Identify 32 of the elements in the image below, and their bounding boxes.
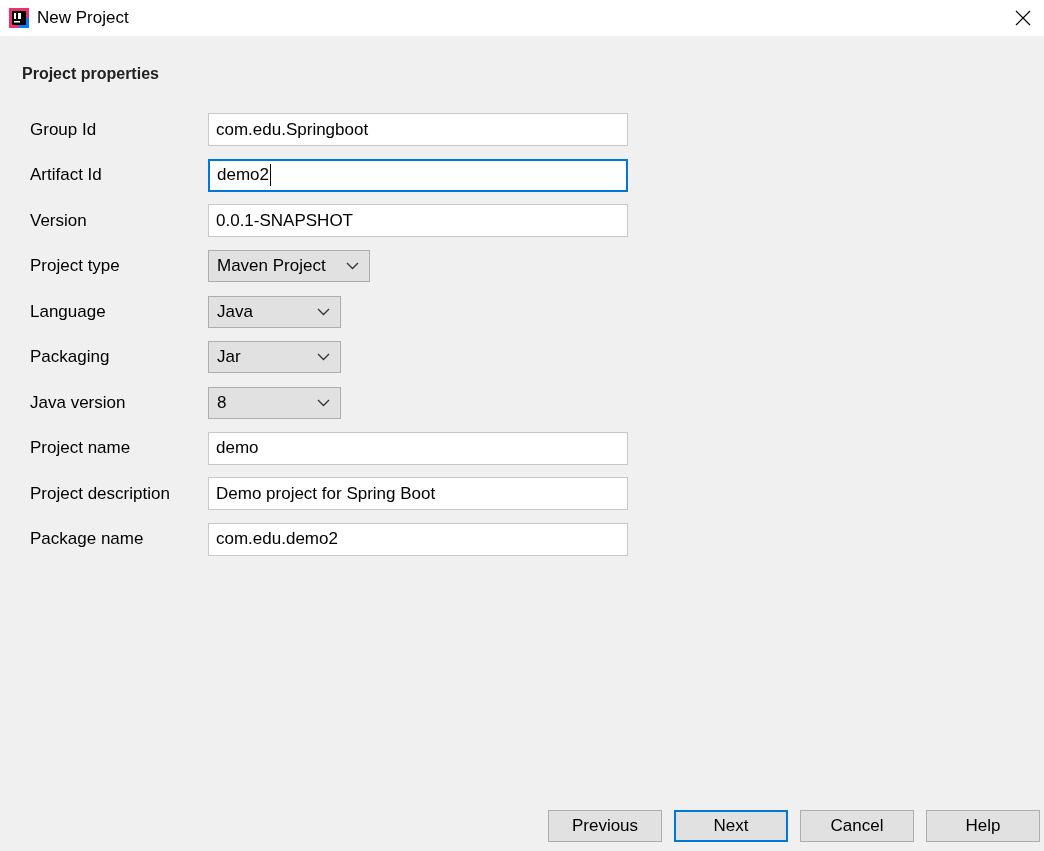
field-label: Version — [30, 210, 88, 231]
dialog-button[interactable]: Help — [926, 810, 1040, 842]
input-field[interactable]: demo — [208, 431, 628, 465]
field-label: Package name — [30, 529, 145, 550]
input-field[interactable]: 0.0.1-SNAPSHOT — [208, 204, 628, 238]
dialog-button[interactable]: Next — [674, 810, 788, 842]
field-label: Project description — [30, 483, 171, 504]
dropdown[interactable]: 8 — [208, 386, 341, 419]
close-icon — [1015, 10, 1031, 26]
input-field[interactable]: demo2 — [208, 158, 628, 192]
field-label: Java version — [30, 392, 127, 413]
dropdown[interactable]: Jar — [208, 341, 341, 374]
input-field[interactable]: com.edu.demo2 — [208, 522, 628, 556]
chevron-down-icon — [317, 307, 330, 316]
field-label: Group Id — [30, 119, 98, 140]
chevron-down-icon — [317, 353, 330, 362]
input-field[interactable]: Demo project for Spring Boot — [208, 477, 628, 511]
field-label: Project type — [30, 256, 121, 277]
dialog-button[interactable]: Previous — [548, 810, 662, 842]
field-label: Language — [30, 301, 107, 322]
app-logo-icon — [9, 8, 29, 28]
section-title: Project properties — [22, 65, 160, 83]
field-label: Project name — [30, 438, 132, 459]
chevron-down-icon — [317, 398, 330, 407]
field-label: Packaging — [30, 347, 111, 368]
window-title: New Project — [37, 8, 130, 28]
chevron-down-icon — [345, 262, 359, 271]
dialog-button[interactable]: Cancel — [800, 810, 914, 842]
field-label: Artifact Id — [30, 165, 103, 186]
input-field[interactable]: com.edu.Springboot — [208, 113, 628, 147]
dropdown[interactable]: Java — [208, 295, 341, 328]
dropdown[interactable]: Maven Project — [208, 250, 370, 283]
